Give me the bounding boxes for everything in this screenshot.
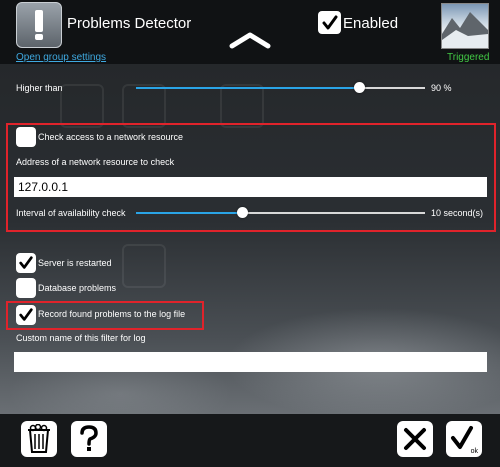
interval-label: Interval of availability check [16,208,126,218]
higher-than-value: 90 % [431,83,452,93]
database-problems-label: Database problems [38,283,117,293]
collapse-chevron-icon[interactable] [228,30,272,55]
ok-button[interactable]: ok [446,421,482,457]
checkmark-icon [19,308,33,321]
check-network-label: Check access to a network resource [38,132,184,142]
check-network-checkbox[interactable] [16,127,36,147]
close-x-icon [404,428,426,450]
status-label: Triggered [447,52,490,63]
enabled-checkbox[interactable] [318,11,341,34]
interval-value: 10 second(s) [431,208,484,218]
enabled-label: Enabled [343,15,399,32]
slider-thumb[interactable] [354,82,365,93]
question-mark-icon [80,425,98,451]
log-name-input[interactable] [14,352,487,372]
database-problems-checkbox[interactable] [16,278,36,298]
slider-fill [136,87,359,89]
checkmark-icon [322,15,337,29]
exclamation-icon [35,10,43,40]
camera-thumbnail[interactable] [441,3,489,49]
background-ghost-icon [122,84,166,128]
record-log-label: Record found problems to the log file [38,309,186,319]
higher-than-slider[interactable] [136,82,425,93]
app-title: Problems Detector [67,15,192,32]
background-ghost-icon [60,84,104,128]
record-log-checkbox[interactable] [16,305,36,325]
higher-than-label: Higher than [16,83,63,93]
delete-button[interactable] [21,421,57,457]
cancel-button[interactable] [397,421,433,457]
background-ghost-icon [122,244,166,288]
open-group-settings-link[interactable]: Open group settings [16,52,106,63]
help-button[interactable] [71,421,107,457]
slider-thumb[interactable] [237,207,248,218]
server-restarted-checkbox[interactable] [16,253,36,273]
checkmark-icon [19,256,33,269]
ok-caption: ok [470,448,478,455]
background-ghost-icon [220,84,264,128]
address-input[interactable] [14,177,487,197]
server-restarted-label: Server is restarted [38,258,112,268]
interval-slider[interactable] [136,207,425,218]
app-icon [16,2,62,48]
address-label: Address of a network resource to check [16,157,175,167]
trash-can-icon [28,424,50,453]
slider-fill [136,212,242,214]
log-name-label: Custom name of this filter for log [16,333,146,343]
